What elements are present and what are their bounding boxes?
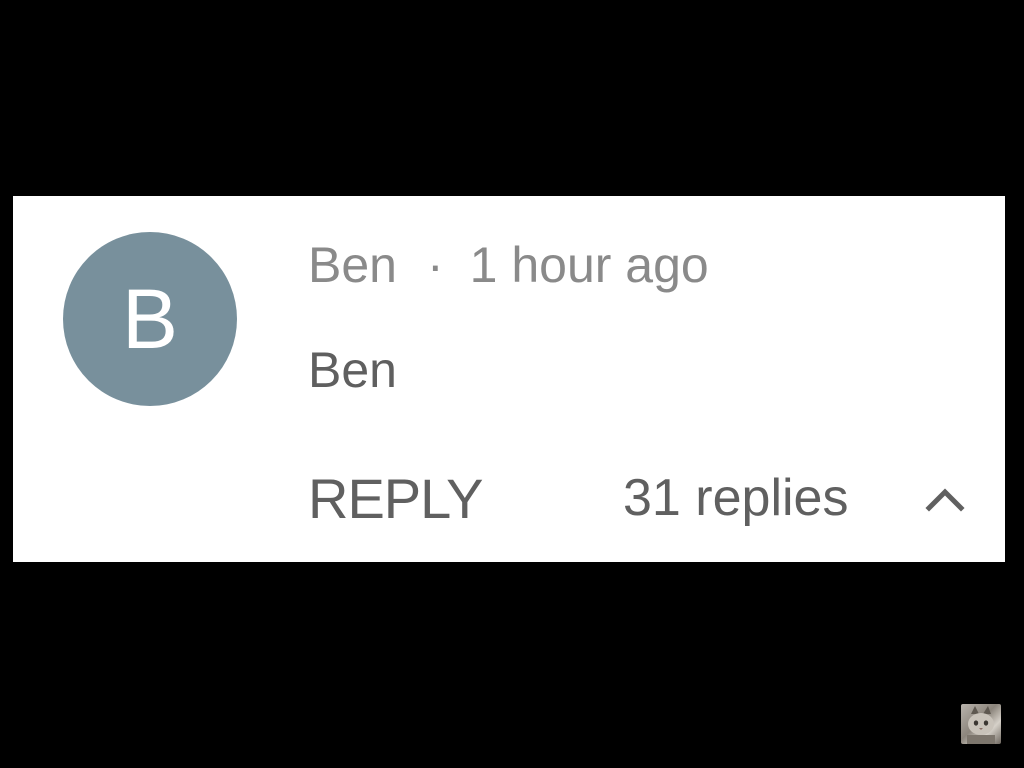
author-name[interactable]: Ben [308, 236, 397, 294]
avatar[interactable]: B [63, 232, 237, 406]
meta-separator: · [426, 237, 444, 293]
comment-card: B Ben · 1 hour ago Ben REPLY 31 replies [13, 196, 1005, 562]
cat-thumbnail-icon [961, 704, 1001, 744]
avatar-letter: B [121, 272, 179, 366]
comment-meta: Ben · 1 hour ago [308, 236, 709, 294]
comment-timestamp[interactable]: 1 hour ago [470, 236, 709, 294]
chevron-up-icon[interactable] [923, 480, 967, 516]
replies-count-toggle[interactable]: 31 replies [623, 468, 848, 528]
screen: B Ben · 1 hour ago Ben REPLY 31 replies [0, 0, 1024, 768]
comment-actions: REPLY 31 replies [308, 466, 978, 536]
reply-button[interactable]: REPLY [308, 466, 483, 531]
comment-text: Ben [308, 342, 397, 398]
